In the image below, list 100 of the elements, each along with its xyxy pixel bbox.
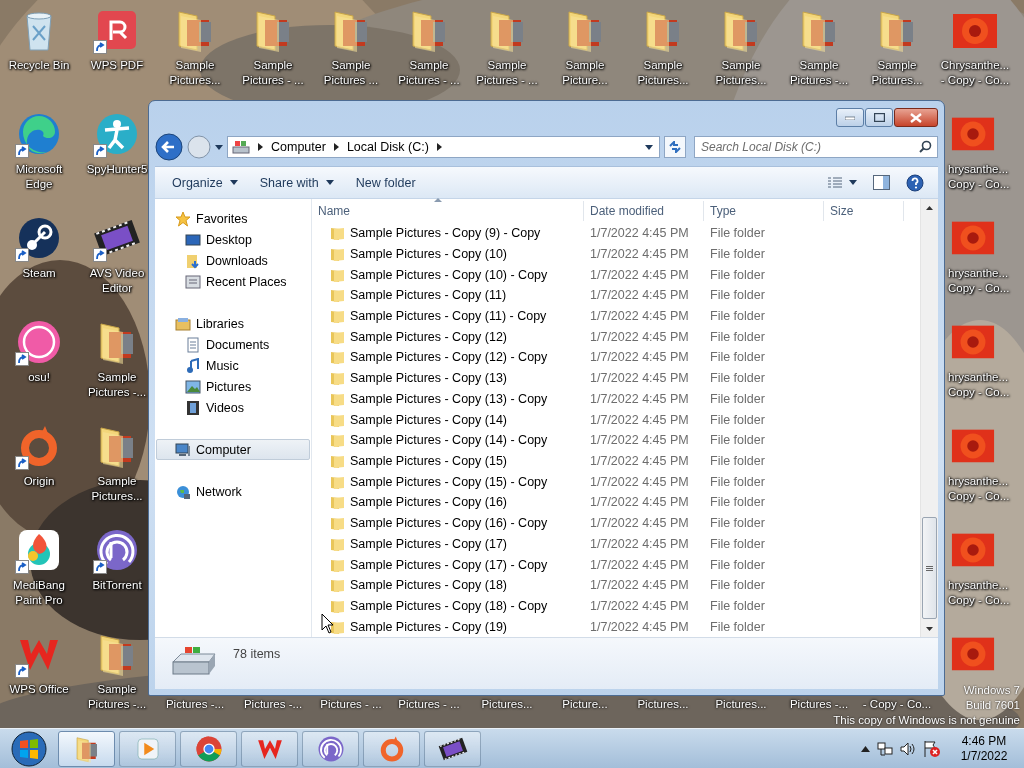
network-tray-button[interactable] [877, 740, 893, 757]
table-cell-text: 1/7/2022 4:45 PM [589, 433, 690, 448]
volume-tray-button[interactable] [900, 740, 916, 757]
toolbar-button[interactable]: Share with [250, 171, 343, 194]
toolbar-button[interactable]: Organize [163, 171, 247, 194]
icon-label[interactable]: Sample Pictures ... [316, 58, 386, 88]
icon-label[interactable]: MediBang Paint Pro [4, 578, 74, 608]
nav-item[interactable]: Music [156, 355, 310, 376]
nav-item[interactable]: Videos [156, 397, 310, 418]
table-cell-text: 1/7/2022 4:45 PM [589, 350, 690, 365]
up-arrow-icon [861, 745, 870, 752]
file-name[interactable]: Sample Pictures - Copy (10) - Copy [350, 267, 548, 282]
icon-label[interactable]: Pictures -... [165, 697, 225, 711]
minimize-button[interactable] [836, 108, 864, 127]
nav-label: Videos [206, 400, 244, 415]
toolbar-button[interactable]: New folder [346, 171, 425, 194]
icon-label[interactable]: Origin [23, 474, 55, 489]
breadcrumb-item[interactable]: Computer [271, 140, 326, 154]
file-name[interactable]: Sample Pictures - Copy (15) - Copy [350, 474, 548, 489]
icon-label[interactable]: osu! [28, 370, 50, 385]
icon-label[interactable]: Sample Pictures... [82, 474, 152, 504]
scroll-up-icon [926, 205, 933, 210]
document-icon [185, 336, 201, 353]
file-name[interactable]: Sample Pictures - Copy (10) [350, 246, 507, 261]
icon-label[interactable]: Picture... [562, 697, 608, 711]
icon-label[interactable]: Pictures - ... [398, 697, 460, 711]
file-name[interactable]: Sample Pictures - Copy (18) - Copy [350, 599, 548, 613]
icon-label[interactable]: - Copy - Co... [862, 697, 932, 711]
icon-label[interactable]: Pictures... [481, 697, 533, 711]
address-bar[interactable]: Computer Local Disk (C:) [227, 136, 660, 158]
file-name[interactable]: Sample Pictures - Copy (11) [350, 288, 507, 303]
file-name[interactable]: Sample Pictures - Copy (16) [350, 495, 507, 510]
table-cell-text: File folder [709, 412, 766, 427]
nav-item[interactable]: Pictures [156, 376, 310, 397]
file-name[interactable]: Sample Pictures - Copy (14) - Copy [350, 433, 548, 448]
file-name[interactable]: Sample Pictures - Copy (15) [350, 453, 507, 468]
file-name[interactable]: Sample Pictures - Copy (17) - Copy [350, 557, 548, 572]
nav-item[interactable]: Computer [156, 439, 310, 460]
nav-item[interactable]: Libraries [156, 313, 310, 334]
table-cell-text: File folder [709, 391, 766, 406]
monitor-icon [185, 231, 201, 248]
star-icon [175, 210, 191, 227]
nav-item[interactable]: Recent Places [156, 271, 310, 292]
icon-label[interactable]: Sample Pictures - ... [394, 58, 464, 88]
icon-label[interactable]: AVS Video Editor [82, 266, 152, 296]
icon-label[interactable]: Pictures - ... [320, 697, 382, 711]
history-dropdown[interactable] [215, 144, 223, 150]
nav-item[interactable]: Favorites [156, 208, 310, 229]
nav-label: Favorites [196, 211, 248, 226]
network-icon [877, 740, 893, 757]
icon-label[interactable]: Pictures -... [243, 697, 303, 711]
file-name[interactable]: Sample Pictures - Copy (14) [350, 412, 507, 427]
clock[interactable]: 4:46 PM 1/7/2022 [948, 733, 1020, 764]
file-name[interactable]: Sample Pictures - Copy (19) [350, 619, 507, 634]
file-name[interactable]: Sample Pictures - Copy (12) - Copy [350, 350, 548, 365]
nav-item[interactable]: Downloads [156, 250, 310, 271]
show-hidden-icons-button[interactable] [861, 745, 870, 752]
refresh-button[interactable] [664, 136, 686, 158]
icon-label[interactable]: Sample Pictures -... [82, 682, 152, 712]
file-name[interactable]: Sample Pictures - Copy (18) [350, 578, 507, 593]
icon-label[interactable]: Sample Pictures - ... [238, 58, 308, 88]
file-name[interactable]: Sample Pictures - Copy (16) - Copy [350, 516, 548, 531]
maximize-icon [873, 113, 885, 122]
file-name[interactable]: Sample Pictures - Copy (12) [350, 329, 507, 344]
nav-label: Computer [196, 442, 251, 457]
scrollbar[interactable] [920, 199, 938, 637]
chevron-icon [436, 143, 442, 151]
search-field[interactable]: Search Local Disk (C:) [694, 136, 938, 158]
nav-item[interactable]: Desktop [156, 229, 310, 250]
table-cell-text: 1/7/2022 4:45 PM [589, 308, 690, 323]
table-cell-text: File folder [709, 329, 766, 344]
icon-label[interactable]: Pictures -... [789, 697, 849, 711]
nav-label: Libraries [196, 316, 244, 331]
icon-label[interactable]: WPS Office [9, 682, 69, 697]
file-name[interactable]: Sample Pictures - Copy (13) - Copy [350, 391, 548, 406]
icon-label[interactable]: Pictures... [637, 697, 689, 711]
taskbar-app-button[interactable] [424, 730, 481, 767]
nav-item[interactable]: Network [156, 481, 310, 502]
icon-label[interactable]: Sample Pictures -... [82, 370, 152, 400]
action-center-button[interactable] [923, 739, 941, 758]
table-cell-text: File folder [709, 246, 766, 261]
icon-label[interactable]: Steam [22, 266, 56, 281]
speaker-icon [900, 740, 916, 757]
breadcrumb-item[interactable]: Local Disk (C:) [346, 140, 429, 154]
nav-label: Desktop [206, 232, 252, 247]
nav-item[interactable]: Documents [156, 334, 310, 355]
file-name[interactable]: Sample Pictures - Copy (11) - Copy [350, 308, 547, 323]
file-name[interactable]: Sample Pictures - Copy (17) [350, 536, 507, 551]
file-name[interactable]: Sample Pictures - Copy (13) [350, 371, 507, 386]
circle-icon [187, 135, 211, 159]
table-cell-text: 1/7/2022 4:45 PM [589, 495, 690, 510]
icon-label[interactable]: Pictures... [715, 697, 767, 711]
file-name[interactable]: Sample Pictures - Copy (9) - Copy [350, 226, 541, 241]
icon-label[interactable]: BitTorrent [92, 578, 142, 593]
maximize-button[interactable] [865, 108, 893, 127]
scroll-thumb[interactable] [922, 517, 937, 619]
close-button[interactable] [894, 108, 938, 127]
back-button[interactable] [155, 133, 183, 161]
table-cell-text: File folder [709, 350, 766, 365]
table-cell-text: 1/7/2022 4:45 PM [589, 599, 690, 613]
